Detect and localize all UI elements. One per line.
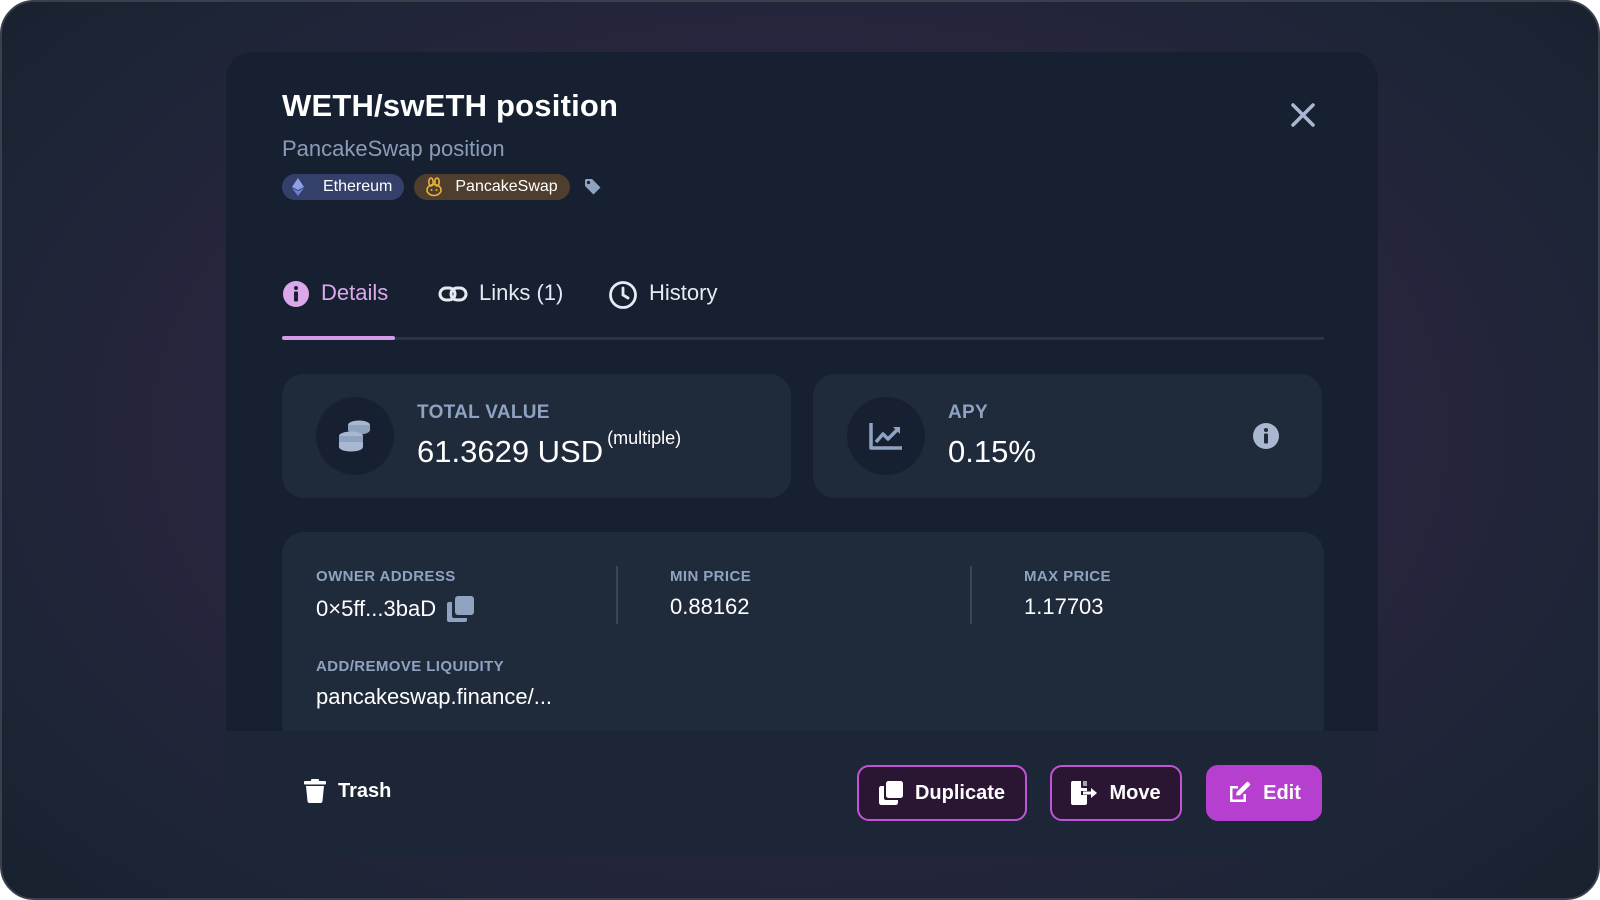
modal-title: WETH/swETH position	[282, 88, 619, 123]
total-value-amount: 61.3629 USD (multiple)	[417, 428, 681, 470]
close-button[interactable]	[1288, 100, 1318, 130]
max-price-label: MAX PRICE	[1024, 568, 1111, 585]
duplicate-button[interactable]: Duplicate	[857, 765, 1027, 821]
window-frame: WETH/swETH position PancakeSwap position…	[0, 0, 1600, 900]
info-icon	[1253, 423, 1279, 449]
close-icon	[1291, 103, 1315, 127]
tab-label: Links (1)	[479, 280, 564, 305]
tag-ethereum[interactable]: Ethereum	[282, 174, 405, 200]
divider	[616, 566, 618, 624]
edit-label: Edit	[1263, 781, 1301, 804]
modal-subtitle: PancakeSwap position	[282, 136, 505, 161]
liquidity-link[interactable]: pancakeswap.finance/...	[316, 684, 552, 710]
tab-links[interactable]: Links (1)	[438, 230, 563, 340]
owner-address-value: 0×5ff...3baD	[316, 596, 437, 621]
position-modal: WETH/swETH position PancakeSwap position…	[226, 52, 1378, 855]
tag-pancakeswap[interactable]: PancakeSwap	[414, 174, 570, 200]
pancakeswap-icon	[424, 175, 448, 199]
coins-icon-wrap	[316, 397, 394, 475]
link-icon	[438, 286, 468, 302]
apy-label: APY	[948, 402, 988, 423]
total-value-card: TOTAL VALUE 61.3629 USD (multiple)	[282, 374, 791, 498]
add-tag-icon[interactable]	[584, 175, 608, 199]
total-value-suffix: (multiple)	[607, 428, 682, 448]
owner-address-field: 0×5ff...3baD	[316, 594, 476, 624]
position-details-card: OWNER ADDRESS 0×5ff...3baD MIN PRICE 0.8…	[282, 532, 1324, 746]
min-price-value: 0.88162	[670, 594, 750, 619]
edit-button[interactable]: Edit	[1206, 765, 1322, 821]
clock-icon	[609, 281, 637, 309]
min-price-label: MIN PRICE	[670, 568, 752, 585]
coins-icon	[339, 420, 370, 452]
tag-list: Ethereum PancakeSwap	[282, 174, 608, 200]
tag-label: PancakeSwap	[455, 178, 558, 195]
tab-bar: Details Links (1) History	[282, 230, 1324, 340]
info-icon	[283, 281, 309, 307]
active-tab-indicator	[282, 336, 395, 340]
trash-button[interactable]: Trash	[304, 779, 391, 803]
copy-icon	[447, 596, 475, 622]
tab-details[interactable]: Details	[282, 230, 388, 340]
max-price-value: 1.17703	[1024, 594, 1104, 619]
duplicate-label: Duplicate	[914, 781, 1006, 804]
trash-label: Trash	[338, 779, 392, 802]
tab-label: History	[649, 280, 718, 305]
move-label: Move	[1109, 781, 1161, 804]
chart-icon-wrap	[847, 397, 925, 475]
owner-address-label: OWNER ADDRESS	[316, 568, 456, 585]
modal-footer: Trash Duplicate Move Edit	[226, 731, 1378, 855]
total-value-number: 61.3629 USD	[417, 434, 604, 469]
trash-icon	[304, 779, 326, 803]
tag-label: Ethereum	[323, 178, 393, 195]
liquidity-label: ADD/REMOVE LIQUIDITY	[316, 658, 505, 675]
total-value-label: TOTAL VALUE	[417, 402, 550, 423]
copy-button[interactable]	[446, 594, 476, 624]
divider	[970, 566, 972, 624]
edit-icon	[1230, 781, 1251, 802]
apy-card: APY 0.15%	[813, 374, 1322, 498]
tab-label: Details	[321, 280, 389, 305]
apy-info-button[interactable]	[1252, 422, 1280, 450]
tab-history[interactable]: History	[608, 230, 717, 340]
file-export-icon	[1071, 781, 1098, 805]
duplicate-icon	[878, 781, 903, 805]
chart-line-icon	[869, 423, 902, 450]
ethereum-icon	[292, 175, 316, 199]
move-button[interactable]: Move	[1050, 765, 1182, 821]
apy-value: 0.15%	[948, 434, 1036, 469]
